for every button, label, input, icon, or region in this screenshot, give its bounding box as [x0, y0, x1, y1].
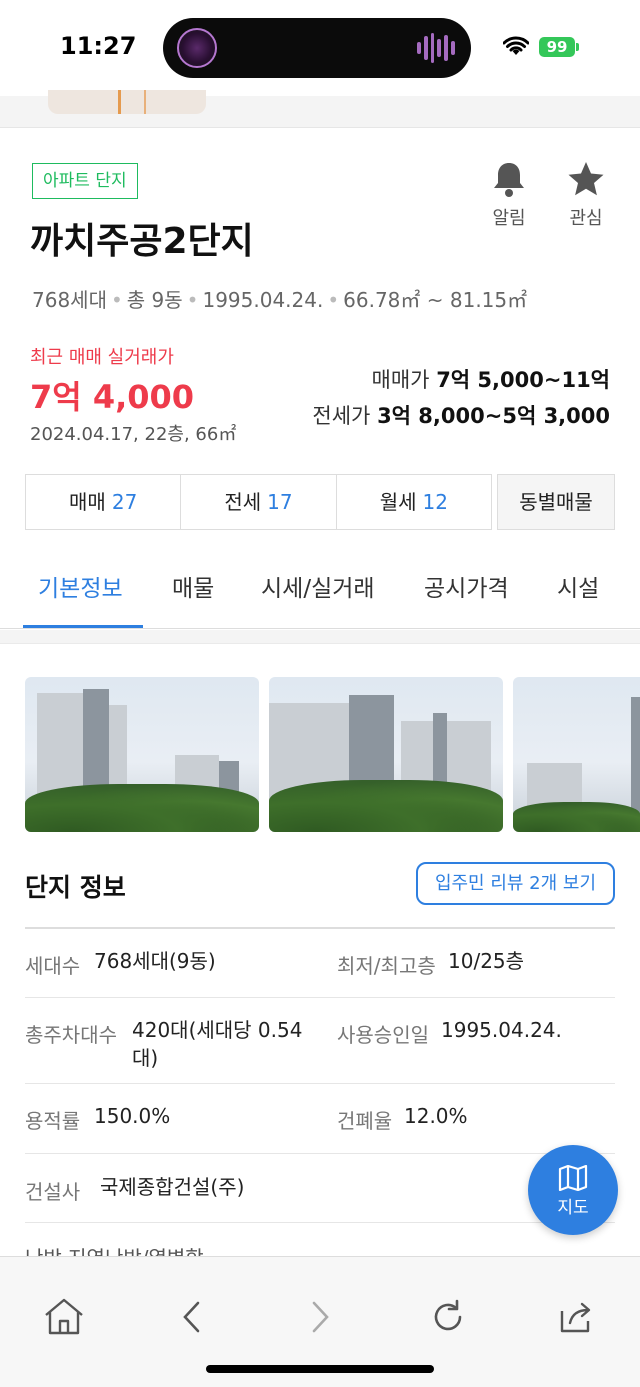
row-divider: [25, 1153, 615, 1154]
recent-trade-detail: 2024.04.17, 22층, 66㎡: [30, 424, 237, 445]
forward-icon[interactable]: [298, 1295, 342, 1339]
interest-label: 관심: [569, 208, 603, 229]
share-icon[interactable]: [554, 1295, 598, 1339]
meta-households: 768세대: [32, 288, 107, 312]
row-divider: [25, 1083, 615, 1084]
row-divider: [25, 997, 615, 998]
meta-area-range: 66.78㎡ ~ 81.15㎡: [343, 288, 528, 312]
wifi-icon: [503, 36, 529, 55]
section-divider: [0, 630, 640, 644]
home-indicator[interactable]: [206, 1365, 434, 1373]
info-value: 150.0%: [94, 1104, 171, 1128]
tab-listings[interactable]: 매물: [172, 569, 214, 603]
info-value: 768세대(9동): [94, 949, 216, 973]
sale-count-label: 매매: [69, 490, 106, 514]
heating-row-partial: 난방 지역난방/열병합: [25, 1242, 204, 1256]
jeonse-count-value: 17: [267, 490, 293, 514]
tab-basic-info[interactable]: 기본정보: [38, 569, 123, 603]
sale-price-value: 7억 5,000~11억: [436, 368, 610, 392]
type-tag: 아파트 단지: [32, 163, 138, 199]
dynamic-island: [163, 18, 471, 78]
battery-icon: 99: [539, 37, 575, 57]
dong-listing-button[interactable]: 동별매물: [497, 474, 615, 530]
info-key: 최저/최고층: [337, 954, 436, 978]
complex-title: 까치주공2단지: [30, 221, 254, 262]
floorplan-thumbnail[interactable]: [48, 90, 206, 114]
complex-info-title: 단지 정보: [25, 873, 126, 902]
map-button-label: 지도: [557, 1198, 589, 1218]
map-button[interactable]: 지도: [528, 1145, 618, 1235]
back-icon[interactable]: [170, 1295, 214, 1339]
meta-buildings: 총 9동: [126, 288, 183, 312]
jeonse-price-value: 3억 8,000~5억 3,000: [377, 404, 610, 428]
info-key: 건폐율: [337, 1109, 393, 1133]
interest-button[interactable]: 관심: [556, 160, 616, 230]
star-icon: [568, 162, 604, 196]
resident-review-button[interactable]: 입주민 리뷰 2개 보기: [416, 862, 615, 905]
info-value: 국제종합건설(주): [100, 1175, 245, 1199]
tab-official-price[interactable]: 공시가격: [424, 569, 509, 603]
jeonse-price-label: 전세가: [312, 404, 371, 428]
recent-trade-price: 7억 4,000: [30, 378, 195, 416]
monthly-count-value: 12: [422, 490, 448, 514]
info-value: 420대(세대당 0.54대): [132, 1018, 303, 1070]
recent-trade-label: 최근 매매 실거래가: [30, 347, 174, 368]
complex-photo[interactable]: [513, 677, 640, 832]
complex-meta: 768세대 • 총 9동 • 1995.04.24. • 66.78㎡ ~ 81.15㎡: [32, 288, 528, 312]
tab-market-price[interactable]: 시세/실거래: [261, 569, 375, 603]
sale-price-label: 매매가: [371, 368, 430, 392]
complex-photo[interactable]: [269, 677, 503, 832]
status-bar: 11:27 99: [0, 0, 640, 96]
battery-tip: [576, 43, 579, 51]
audio-wave-icon: [417, 33, 455, 63]
section-tabs: 기본정보 매물 시세/실거래 공시가격 시설: [0, 555, 640, 629]
media-artwork-icon: [177, 28, 217, 68]
meta-approval-date: 1995.04.24.: [202, 288, 324, 312]
browser-toolbar: [0, 1256, 640, 1387]
listing-count-tabs: 매매 27 전세 17 월세 12: [25, 474, 492, 530]
info-key: 사용승인일: [337, 1023, 429, 1047]
info-value: 12.0%: [404, 1104, 468, 1128]
info-key: 총주차대수: [25, 1023, 117, 1047]
jeonse-price-range: 전세가 3억 8,000~5억 3,000: [312, 400, 610, 430]
sale-count-tab[interactable]: 매매 27: [26, 475, 182, 529]
top-strip: [0, 90, 640, 128]
sale-price-range: 매매가 7억 5,000~11억: [372, 364, 610, 394]
complex-photo[interactable]: [25, 677, 259, 832]
bell-icon: [494, 163, 524, 197]
info-key: 건설사: [25, 1180, 81, 1204]
jeonse-count-label: 전세: [224, 490, 262, 514]
alarm-button[interactable]: 알림: [479, 160, 539, 230]
active-tab-indicator: [23, 625, 143, 628]
home-icon[interactable]: [42, 1295, 86, 1339]
info-value: 10/25층: [448, 949, 525, 973]
map-icon: [558, 1165, 588, 1191]
reload-icon[interactable]: [426, 1295, 470, 1339]
jeonse-count-tab[interactable]: 전세 17: [181, 475, 337, 529]
status-time: 11:27: [60, 32, 137, 60]
info-key: 용적률: [25, 1109, 81, 1133]
section-rule: [25, 927, 615, 929]
info-value: 1995.04.24.: [441, 1018, 562, 1042]
monthly-count-label: 월세: [379, 490, 417, 514]
alarm-label: 알림: [492, 208, 526, 229]
row-divider: [25, 1222, 615, 1223]
info-key: 세대수: [25, 954, 81, 978]
tab-facilities[interactable]: 시설: [557, 569, 599, 603]
monthly-count-tab[interactable]: 월세 12: [337, 475, 491, 529]
sale-count-value: 27: [111, 490, 138, 514]
